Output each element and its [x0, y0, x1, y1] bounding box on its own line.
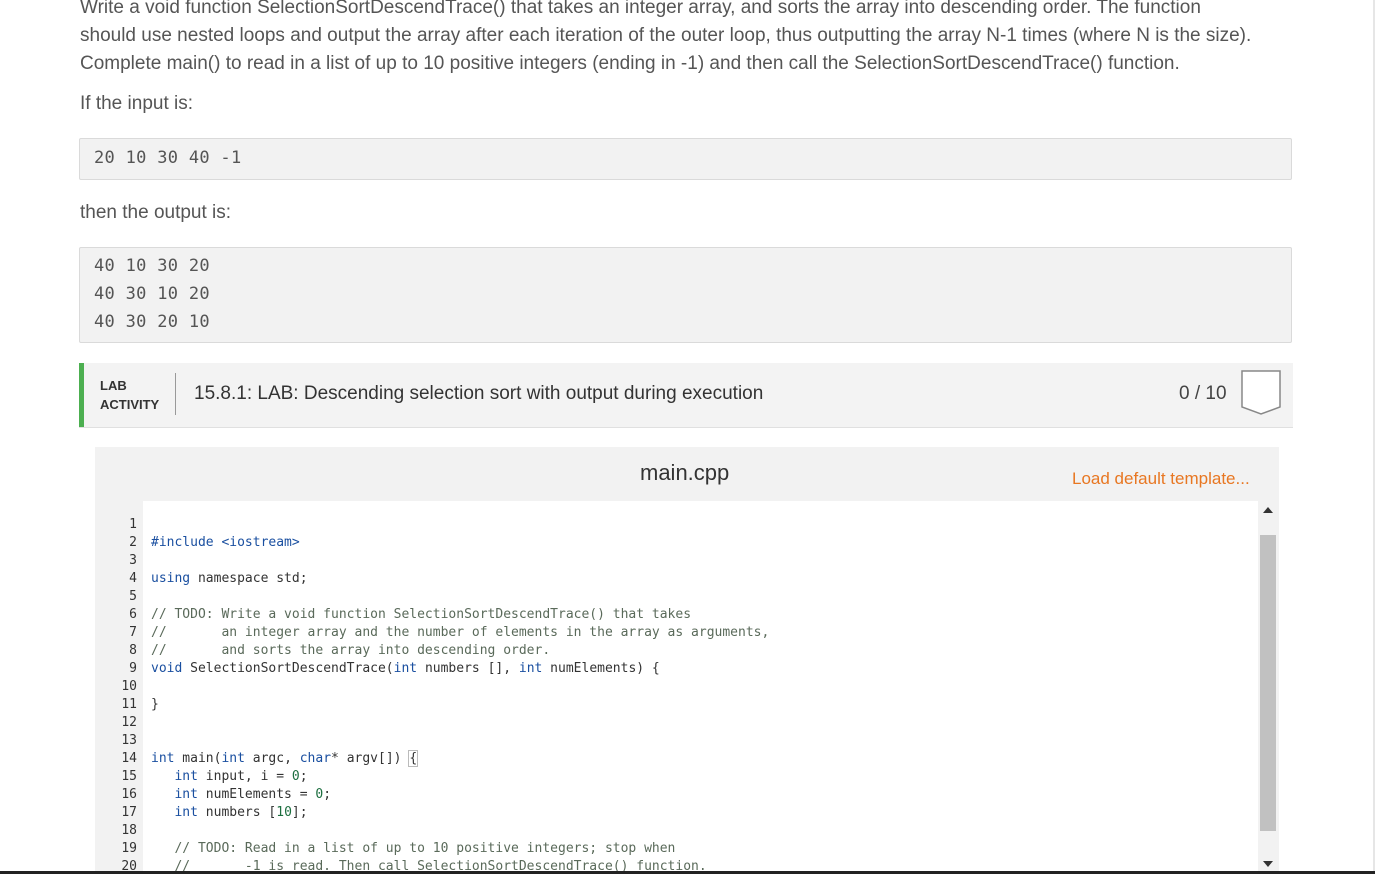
code-comment: // an integer array and the number of el… [151, 625, 770, 640]
code-text: #include <iostream> [151, 535, 300, 550]
lab-activity-label: LAB ACTIVITY [100, 376, 170, 414]
code-line: 4 [97, 552, 137, 586]
sample-output-line: 40 30 10 20 [94, 284, 210, 304]
description-line: should use nested loops and output the a… [80, 25, 1252, 46]
code-line: 18 // TODO: Read in a list of up to 10 p… [97, 804, 675, 856]
code-line: 5 // TODO: Write a void function Selecti… [97, 570, 691, 622]
lab-label-line: LAB [100, 378, 127, 393]
scroll-down-arrow-icon[interactable] [1263, 861, 1273, 867]
code-line: 2 [97, 516, 137, 550]
description-line: Complete main() to read in a list of up … [80, 53, 1180, 74]
problem-description: Write a void function SelectionSortDesce… [80, 0, 1295, 78]
code-line: 7 // and sorts the array into descending… [97, 606, 550, 658]
lab-activity-header: LAB ACTIVITY 15.8.1: LAB: Descending sel… [79, 363, 1293, 428]
code-text: int numbers [10]; [151, 805, 308, 820]
lab-label-line: ACTIVITY [100, 397, 160, 412]
code-line: 12 [97, 696, 137, 730]
code-comment: // TODO: Read in a list of up to 10 posi… [151, 841, 676, 856]
lab-score: 0 / 10 [1179, 383, 1227, 404]
code-line: 1 #include <iostream> [97, 501, 300, 550]
load-default-template-link[interactable]: Load default template... [1072, 469, 1250, 489]
sample-input-box: 20 10 30 40 -1 [79, 138, 1292, 180]
code-line: 3 using namespace std; [97, 534, 307, 586]
code-text: int numElements = 0; [151, 787, 332, 802]
lab-divider [175, 373, 176, 415]
code-line: 14 int input, i = 0; [97, 732, 307, 784]
code-line: 10 } [97, 660, 158, 712]
code-text: void SelectionSortDescendTrace(int numbe… [151, 661, 660, 676]
sample-output-line: 40 10 30 20 [94, 256, 210, 276]
scroll-thumb[interactable] [1260, 535, 1276, 831]
code-text: } [151, 697, 159, 712]
code-line: 16 int numbers [10]; [97, 768, 307, 820]
code-line: 20 [97, 840, 137, 874]
code-line: 11 [97, 678, 137, 712]
code-line: 9 [97, 642, 137, 676]
sample-input-text: 20 10 30 40 -1 [94, 148, 242, 168]
code-comment: // and sorts the array into descending o… [151, 643, 551, 658]
code-text: int input, i = 0; [151, 769, 308, 784]
lab-accent-bar [79, 363, 84, 427]
scroll-up-arrow-icon[interactable] [1263, 507, 1273, 513]
code-line: 15 int numElements = 0; [97, 750, 331, 802]
code-line: 13 int main(int argc, char* argv[]) { [97, 714, 419, 767]
lab-title: 15.8.1: LAB: Descending selection sort w… [194, 383, 764, 404]
sample-output-line: 40 30 20 10 [94, 312, 210, 332]
code-line: 17 [97, 786, 137, 820]
if-input-label: If the input is: [80, 93, 194, 114]
editor-filename: main.cpp [640, 460, 730, 485]
code-comment: // TODO: Write a void function Selection… [151, 607, 692, 622]
code-line: 19 // -1 is read. Then call SelectionSor… [97, 822, 706, 874]
code-text: int main(int argc, char* argv[]) { [151, 750, 419, 767]
code-text: using namespace std; [151, 571, 308, 586]
editor-scrollbar[interactable] [1258, 501, 1279, 874]
sample-output-box: 40 10 30 20 40 30 10 20 40 30 20 10 [79, 247, 1292, 343]
code-line: 6 // an integer array and the number of … [97, 588, 769, 640]
code-line: 8 void SelectionSortDescendTrace(int num… [97, 624, 660, 676]
description-line: Write a void function SelectionSortDesce… [80, 0, 1201, 18]
then-output-label: then the output is: [80, 202, 232, 223]
code-editor[interactable]: 1 #include <iostream> 2 3 using namespac… [97, 501, 1279, 874]
score-badge-icon [1241, 370, 1281, 415]
